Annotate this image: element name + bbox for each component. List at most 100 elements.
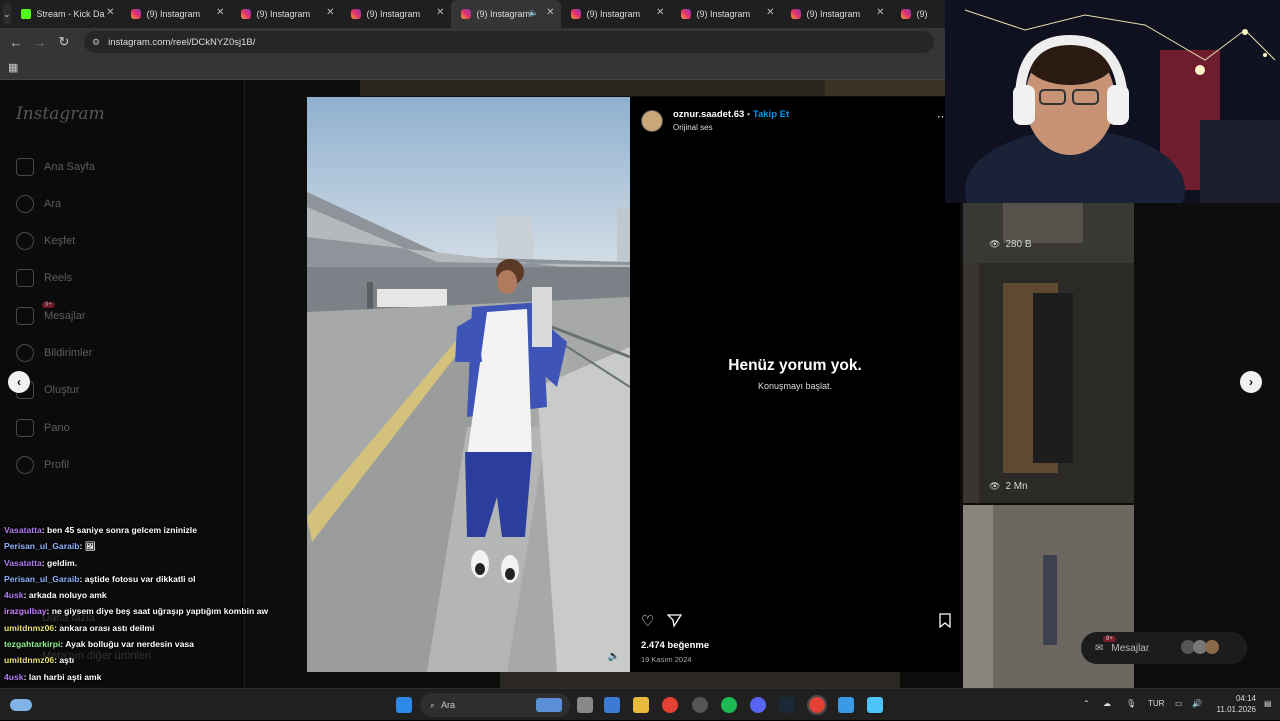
tray-chevron-icon[interactable]: ⌃ (1083, 699, 1090, 708)
browser-tab[interactable]: (9) Instagram 🔈 ✕ (450, 0, 561, 28)
chat-username[interactable]: irazgulbay (4, 606, 47, 616)
network-icon[interactable]: ☁ (1103, 699, 1111, 708)
forward-button[interactable]: → (28, 35, 52, 50)
chrome-icon[interactable] (662, 697, 678, 713)
chat-username[interactable]: tezgahtarkirpi (4, 639, 60, 649)
spotify-icon[interactable] (721, 697, 737, 713)
author-avatar[interactable] (641, 110, 663, 132)
browser-tab[interactable]: (9) Instagram ✕ (671, 0, 781, 28)
chat-username[interactable]: 4usk (4, 672, 24, 682)
start-icon[interactable] (396, 697, 412, 713)
audio-label[interactable]: Orijinal ses (673, 123, 713, 132)
app-icon[interactable] (838, 697, 854, 713)
sidebar-item-label: Pano (44, 422, 70, 434)
sidebar-item-label: Keşfet (44, 235, 76, 247)
task-view-icon[interactable] (577, 697, 593, 713)
file-explorer-icon[interactable] (633, 697, 649, 713)
browser-tab[interactable]: (9) Instagram ✕ (341, 0, 451, 28)
sidebar-item-reels[interactable]: Reels (16, 266, 72, 290)
site-info-icon[interactable]: ⚙ (92, 37, 100, 48)
home-icon (16, 158, 34, 176)
next-post-button[interactable]: › (1240, 371, 1262, 393)
thumbnail[interactable]: 👁 2 Mn (963, 263, 1134, 503)
chat-username[interactable]: Vasatatta (4, 558, 42, 568)
sidebar-item-profile[interactable]: Profil (16, 453, 69, 477)
tab-close-icon[interactable]: ✕ (216, 7, 224, 18)
sidebar-item-messenger[interactable]: 9+ Mesajlar (16, 302, 86, 328)
chrome-active-icon[interactable] (807, 695, 827, 715)
store-icon[interactable] (604, 697, 620, 713)
language-indicator[interactable]: TUR (1148, 699, 1164, 708)
browser-tab[interactable]: (9) Instagram ✕ (121, 0, 231, 28)
apps-grid-icon[interactable]: ▦ (8, 61, 18, 74)
tab-close-icon[interactable]: ✕ (326, 7, 334, 18)
sidebar-item-heart[interactable]: Bildirimler (16, 341, 92, 365)
author-username[interactable]: oznur.saadet.63 (673, 109, 744, 120)
back-button[interactable]: ← (4, 35, 28, 50)
volume-icon[interactable]: 🔊 (1192, 699, 1202, 708)
chat-username[interactable]: Perisan_ul_Garaib (4, 574, 79, 584)
mute-icon[interactable]: 🔈 (608, 651, 620, 662)
chat-username[interactable]: 4usk (4, 590, 24, 600)
windows-taskbar: ⌕ Ara ⌃ ☁ 🎙 TUR ▭ 🔊 04:14 11.01.2026 ▤ (0, 688, 1280, 720)
github-icon[interactable] (692, 697, 708, 713)
views-icon: 👁 (989, 239, 1001, 249)
like-icon[interactable]: ♡ (641, 612, 654, 630)
steam-icon[interactable] (779, 697, 795, 713)
tab-close-icon[interactable]: ✕ (106, 7, 114, 18)
tab-close-icon[interactable]: ✕ (546, 7, 554, 18)
sidebar-item-compass[interactable]: Keşfet (16, 229, 75, 253)
tab-close-icon[interactable]: ✕ (436, 7, 444, 18)
chat-text: : 🖼 (79, 541, 96, 552)
browser-tab[interactable]: Stream - Kick Da ✕ (11, 0, 121, 28)
tab-audio-icon[interactable]: 🔈 (529, 8, 539, 17)
discord-icon[interactable] (750, 697, 766, 713)
sidebar-item-dashboard[interactable]: Pano (16, 416, 70, 440)
thumbnail[interactable]: 👁 280 B (963, 203, 1134, 263)
tab-close-icon[interactable]: ✕ (766, 7, 774, 18)
tab-search-button[interactable]: ⌄ (3, 3, 11, 25)
likes-count[interactable]: 2.474 beğenme (641, 640, 709, 651)
clock[interactable]: 04:14 11.01.2026 (1206, 694, 1256, 714)
sidebar-item-label: Bildirimler (44, 347, 93, 359)
empty-comments-title: Henüz yorum yok. (728, 357, 862, 374)
chat-username[interactable]: Perisan_ul_Garaib (4, 541, 79, 551)
instagram-favicon-icon (130, 9, 141, 19)
clock-date: 11.01.2026 (1216, 705, 1256, 714)
taskbar-search[interactable]: ⌕ Ara (420, 693, 570, 717)
browser-tab[interactable]: (9) Instagram ✕ (561, 0, 671, 28)
tab-close-icon[interactable]: ✕ (656, 7, 664, 18)
instagram-logo[interactable]: Instagram (16, 104, 105, 124)
notifications-icon[interactable]: ▤ (1264, 699, 1272, 708)
instagram-favicon-icon (790, 9, 801, 19)
url-field[interactable]: ⚙ instagram.com/reel/DCkNYZ0sj1B/ (84, 31, 934, 53)
share-icon[interactable] (666, 613, 683, 633)
sidebar-item-label: Mesajlar (44, 310, 86, 322)
chat-text: : aştı (54, 655, 75, 666)
mic-icon[interactable]: 🎙 (1126, 699, 1136, 708)
wifi-icon[interactable]: ▭ (1175, 699, 1183, 708)
browser-tab[interactable]: (9) Instagram ✕ (781, 0, 891, 28)
reel-video[interactable]: 🔈 (307, 97, 630, 672)
messages-pill[interactable]: ✉ Mesajlar 9+ (1081, 632, 1247, 664)
sidebar-item-search[interactable]: Ara (16, 192, 61, 216)
weather-icon[interactable] (10, 699, 32, 711)
chat-message: 4usk: lan harbi aşti amk (4, 672, 304, 688)
sidebar-item-home[interactable]: Ana Sayfa (16, 155, 95, 179)
browser-tab[interactable]: (9) Instagram ✕ (231, 0, 341, 28)
tab-title: (9) (916, 9, 928, 19)
tab-close-icon[interactable]: ✕ (876, 7, 884, 18)
tab-title: (9) Instagram (366, 9, 421, 19)
chat-username[interactable]: Vasatatta (4, 525, 42, 535)
notepad-icon[interactable] (867, 697, 883, 713)
save-icon[interactable] (939, 613, 951, 633)
chat-text: : Ayak bolluğu var nerdesin vasa (60, 639, 194, 650)
follow-button[interactable]: Takip Et (753, 109, 789, 120)
previous-post-button[interactable]: ‹ (8, 371, 30, 393)
reload-button[interactable]: ↻ (52, 34, 76, 50)
chat-username[interactable]: umitdnmz06 (4, 655, 54, 665)
chat-message: umitdnmz06: ankara orası astı deilmi (4, 623, 304, 639)
chat-text: : ankara orası astı deilmi (54, 622, 155, 633)
chat-username[interactable]: umitdnmz06 (4, 623, 54, 633)
instagram-favicon-icon (900, 9, 911, 19)
